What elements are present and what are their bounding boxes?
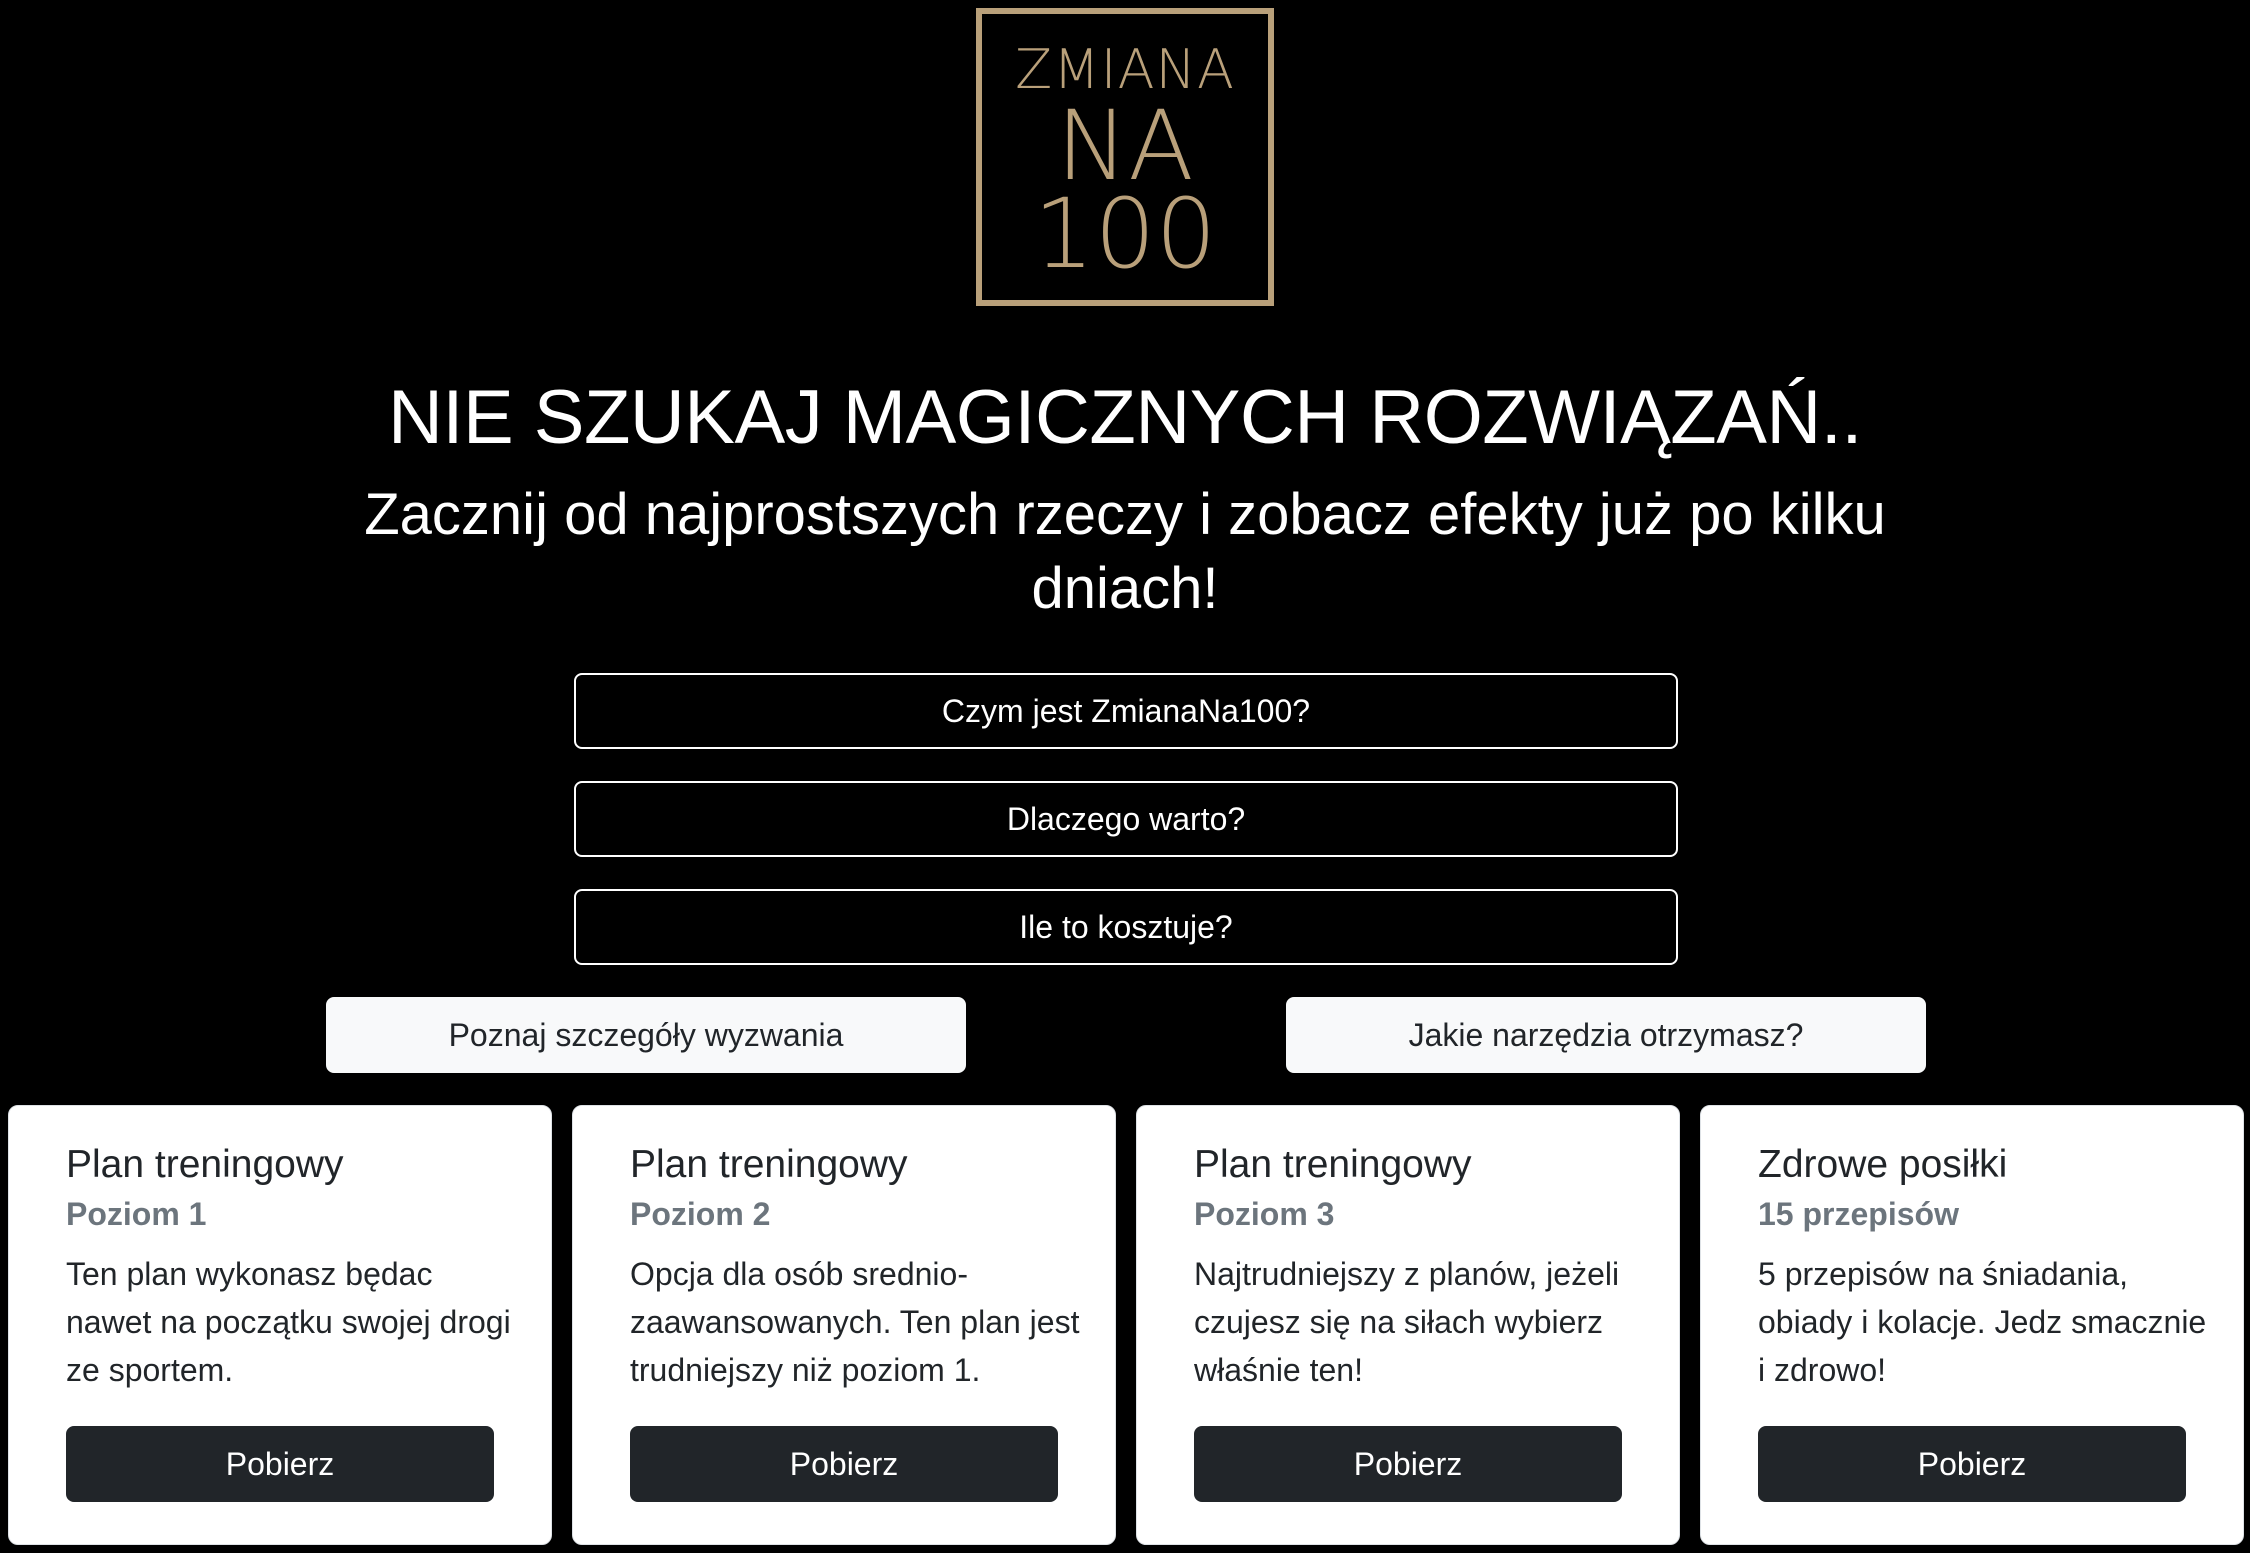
card-title: Zdrowe posiłki (1758, 1143, 2008, 1186)
card-title: Plan treningowy (630, 1143, 908, 1186)
tools-button[interactable]: Jakie narzędzia otrzymasz? (1286, 997, 1926, 1073)
hero-subline: Zacznij od najprostszych rzeczy i zobacz… (364, 482, 1886, 621)
hero-headline: NIE SZUKAJ MAGICZNYCH ROZWIĄZAŃ.. (388, 375, 1863, 460)
card-title: Plan treningowy (1194, 1143, 1472, 1186)
challenge-details-button[interactable]: Poznaj szczegóły wyzwania (326, 997, 966, 1073)
download-button[interactable]: Pobierz (630, 1426, 1058, 1502)
card-text: 5 przepisów na śniadania, obiady i kolac… (1758, 1256, 2207, 1388)
card-subtitle: Poziom 2 (630, 1196, 771, 1232)
download-button[interactable]: Pobierz (66, 1426, 494, 1502)
card-training-level-3: Plan treningowy Poziom 3 Najtrudniejszy … (1136, 1105, 1680, 1545)
card-training-level-1: Plan treningowy Poziom 1 Ten plan wykona… (8, 1105, 552, 1545)
why-worth-button[interactable]: Dlaczego warto? (574, 781, 1678, 857)
card-subtitle: Poziom 3 (1194, 1196, 1335, 1232)
card-text: Ten plan wykonasz będac nawet na początk… (66, 1256, 511, 1388)
download-button[interactable]: Pobierz (1194, 1426, 1622, 1502)
cost-button[interactable]: Ile to kosztuje? (574, 889, 1678, 965)
card-subtitle: 15 przepisów (1758, 1196, 1959, 1232)
card-text: Najtrudniejszy z planów, jeżeli czujesz … (1194, 1256, 1620, 1388)
what-is-button[interactable]: Czym jest ZmianaNa100? (574, 673, 1678, 749)
card-subtitle: Poziom 1 (66, 1196, 207, 1232)
logo-line-100: 100 (1033, 178, 1217, 290)
card-healthy-meals: Zdrowe posiłki 15 przepisów 5 przepisów … (1700, 1105, 2244, 1545)
card-training-level-2: Plan treningowy Poziom 2 Opcja dla osób … (572, 1105, 1116, 1545)
card-text: Opcja dla osób srednio-zaawansowanych. T… (630, 1256, 1080, 1388)
download-button[interactable]: Pobierz (1758, 1426, 2186, 1502)
brand-logo: ZMIANA NA 100 (976, 8, 1274, 306)
page: ZMIANA NA 100 NIE SZUKAJ MAGICZNYCH ROZW… (0, 0, 2250, 1553)
card-title: Plan treningowy (66, 1143, 344, 1186)
